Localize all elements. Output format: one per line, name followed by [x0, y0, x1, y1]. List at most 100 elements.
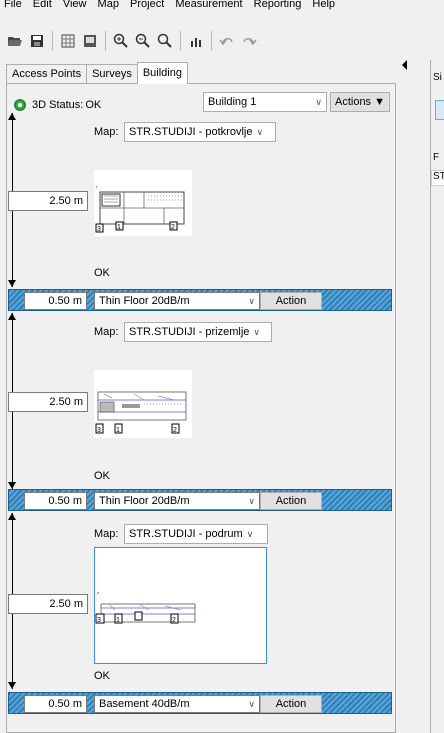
zoom-fit-icon[interactable]: [156, 32, 174, 50]
svg-text:1: 1: [116, 427, 120, 434]
separator-thickness-value: 0.50: [48, 495, 70, 507]
floor-height-value: 2.50: [49, 195, 71, 207]
open-folder-icon[interactable]: [6, 32, 24, 50]
floor-status-text: OK: [94, 670, 110, 682]
separator-thickness-field[interactable]: 0.50 m: [24, 695, 87, 713]
menu-view[interactable]: View: [59, 0, 91, 13]
save-icon[interactable]: [28, 32, 46, 50]
floor-height-field[interactable]: 2.50 m: [8, 594, 88, 614]
chevron-down-icon: ∨: [315, 96, 322, 107]
floor-status-text: OK: [94, 267, 110, 279]
separator-material-value: Thin Floor 20dB/m: [99, 295, 190, 307]
svg-text:2: 2: [171, 224, 175, 231]
grid-icon[interactable]: [59, 32, 77, 50]
floor-height-field[interactable]: 2.50 m: [8, 392, 88, 412]
separator-action-button[interactable]: Action: [260, 292, 322, 310]
menu-file[interactable]: File: [0, 0, 26, 13]
right-pane-row: F: [433, 152, 440, 163]
map-select-value: STR.STUDIJI - prizemlje: [129, 326, 250, 338]
separator-thickness-value: 0.50: [48, 698, 70, 710]
tab-building[interactable]: Building: [136, 62, 188, 84]
floor-height-unit: m: [73, 396, 83, 408]
floor-height-field[interactable]: 2.50 m: [8, 191, 88, 211]
chevron-down-icon: ∨: [256, 126, 264, 137]
map-label: Map:: [94, 528, 119, 540]
zoom-in-icon[interactable]: [112, 32, 130, 50]
floor-height-value: 2.50: [49, 396, 71, 408]
floor-plan-thumbnail[interactable]: 3 1 2: [94, 170, 192, 236]
chevron-down-icon: ∨: [246, 528, 254, 539]
svg-text:2: 2: [173, 427, 177, 434]
separator-action-button[interactable]: Action: [260, 492, 322, 510]
floor-plan-thumbnail[interactable]: 3 1 2: [94, 370, 192, 438]
actions-button[interactable]: Actions ▼: [330, 92, 390, 112]
map-select[interactable]: STR.STUDIJI - potkrovlje ∨: [124, 122, 276, 142]
right-pane-row[interactable]: ST: [431, 170, 444, 186]
menu-measurement[interactable]: Measurement: [171, 0, 246, 13]
floor-separator-band: 0.50 m Thin Floor 20dB/m ∨ Action: [8, 489, 392, 511]
menu-edit[interactable]: Edit: [29, 0, 56, 13]
floor-separator-band: 0.50 m Basement 40dB/m ∨ Action: [8, 692, 392, 714]
toolbar-separator: [211, 31, 212, 51]
right-pane-header: Si: [433, 72, 442, 83]
building-select-value: Building 1: [208, 96, 257, 108]
map-select-value: STR.STUDIJI - potkrovlje: [129, 126, 253, 138]
floor-height-unit: m: [73, 195, 83, 207]
chart-icon[interactable]: [187, 32, 205, 50]
menu-bar: File Edit View Map Project Measurement R…: [0, 0, 444, 13]
map-select[interactable]: STR.STUDIJI - prizemlje ∨: [124, 322, 272, 342]
chevron-down-icon: ∨: [253, 326, 260, 337]
separator-action-button[interactable]: Action: [260, 695, 322, 713]
menu-help[interactable]: Help: [308, 0, 339, 13]
toolbar-separator: [180, 31, 181, 51]
status-label: 3D Status:: [32, 99, 84, 111]
floor-separator-band: 0.50 m Thin Floor 20dB/m ∨ Action: [8, 289, 392, 311]
separator-thickness-field[interactable]: 0.50 m: [24, 292, 87, 310]
floor-height-value: 2.50: [49, 598, 71, 610]
menu-map[interactable]: Map: [94, 0, 123, 13]
map-label: Map:: [94, 126, 119, 138]
undo-icon[interactable]: [218, 32, 236, 50]
floor-status-text: OK: [94, 470, 110, 482]
svg-text:1: 1: [117, 224, 121, 231]
separator-material-value: Thin Floor 20dB/m: [99, 495, 190, 507]
floor-height-unit: m: [73, 598, 83, 610]
toolbar-separator: [105, 31, 106, 51]
svg-text:2: 2: [172, 617, 176, 624]
tab-strip: Access Points Surveys Building: [6, 62, 188, 84]
separator-thickness-field[interactable]: 0.50 m: [24, 492, 87, 510]
status-value: OK: [85, 99, 102, 111]
status-row: 3D Status: OK: [14, 95, 102, 115]
status-ok-icon: [14, 99, 26, 111]
chevron-down-icon: ∨: [248, 698, 255, 709]
separator-material-select[interactable]: Thin Floor 20dB/m ∨: [94, 292, 260, 310]
toolbar: [6, 30, 258, 52]
svg-text:1: 1: [116, 617, 120, 624]
svg-text:3: 3: [97, 427, 101, 434]
floor-plan-thumbnail-selected[interactable]: 3 1 2: [94, 547, 267, 664]
map-select[interactable]: STR.STUDIJI - podrum ∨: [124, 524, 268, 544]
menu-reporting[interactable]: Reporting: [250, 0, 306, 13]
redo-icon[interactable]: [240, 32, 258, 50]
separator-thickness-value: 0.50: [48, 295, 70, 307]
svg-text:3: 3: [97, 617, 101, 624]
separator-material-value: Basement 40dB/m: [99, 698, 190, 710]
chevron-down-icon: ∨: [248, 495, 255, 506]
tab-access-points[interactable]: Access Points: [6, 64, 88, 84]
separator-material-select[interactable]: Basement 40dB/m ∨: [94, 695, 260, 713]
tab-surveys[interactable]: Surveys: [86, 64, 138, 84]
map-label: Map:: [94, 326, 119, 338]
screen-icon[interactable]: [81, 32, 99, 50]
map-select-value: STR.STUDIJI - podrum: [129, 528, 243, 540]
collapse-arrow-icon[interactable]: [402, 60, 407, 70]
menu-project[interactable]: Project: [126, 0, 168, 13]
zoom-out-icon[interactable]: [134, 32, 152, 50]
right-pane-inner: Si F ST: [430, 60, 444, 733]
svg-text:3: 3: [97, 226, 101, 233]
separator-thickness-unit: m: [72, 295, 82, 307]
building-select[interactable]: Building 1 ∨: [203, 92, 327, 112]
right-pane-button[interactable]: [435, 100, 444, 120]
separator-thickness-unit: m: [72, 495, 82, 507]
separator-material-select[interactable]: Thin Floor 20dB/m ∨: [94, 492, 260, 510]
chevron-down-icon: ∨: [248, 295, 255, 306]
